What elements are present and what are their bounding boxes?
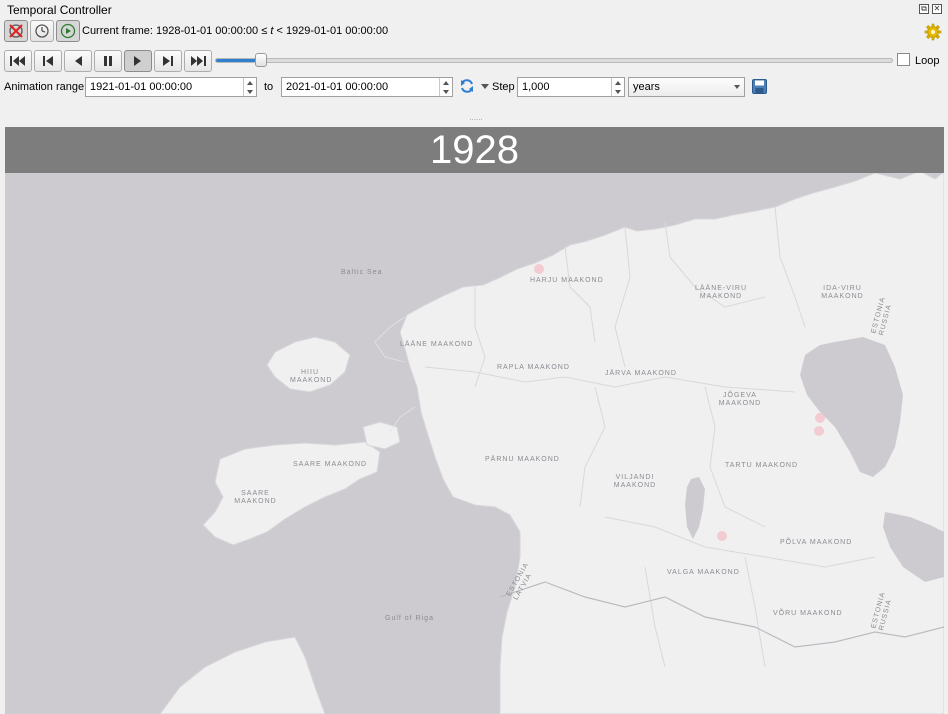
play-backward-button[interactable] <box>64 50 92 72</box>
current-frame-rel2: < <box>276 25 283 37</box>
skip-to-start-icon <box>10 56 25 66</box>
current-frame-readout: Current frame: 1928-01-01 00:00:00 ≤ t <… <box>82 25 388 37</box>
current-frame-start: 1928-01-01 00:00:00 <box>155 25 259 37</box>
range-start-spinner[interactable] <box>243 78 256 96</box>
muhu-island <box>362 421 401 450</box>
step-value: 1,000 <box>522 81 550 93</box>
range-to-label: to <box>264 81 274 93</box>
rewind-to-start-button[interactable] <box>4 50 32 72</box>
animation-range-label: Animation range <box>4 81 85 93</box>
map-point <box>717 531 727 541</box>
previous-frame-button[interactable] <box>34 50 62 72</box>
float-icon[interactable]: ⧉ <box>919 4 929 14</box>
map-label: LÄÄNE MAAKOND <box>400 341 474 348</box>
year-label: 1928 <box>430 128 519 172</box>
frame-slider-track[interactable] <box>215 58 893 63</box>
frame-slider-handle[interactable] <box>254 53 267 67</box>
map-label: Gulf of Riga <box>385 615 434 622</box>
map-label: JÕGEVA MAAKOND <box>718 392 762 407</box>
map-label: SAARE MAAKOND <box>293 461 368 468</box>
map-label: VALGA MAAKOND <box>667 569 740 576</box>
map-label: VÕRU MAAKOND <box>773 610 843 617</box>
play-circle-icon <box>60 23 76 39</box>
current-frame-var: t <box>270 25 274 37</box>
pause-icon <box>104 56 112 66</box>
map-label: PÕLVA MAAKOND <box>780 539 853 546</box>
fixed-range-button[interactable] <box>30 20 54 42</box>
refresh-range-icon[interactable] <box>459 78 475 97</box>
range-dropdown-chevron-icon[interactable] <box>481 84 489 89</box>
latvia-coast <box>159 636 326 714</box>
map-base-svg <box>159 170 944 714</box>
step-back-icon <box>43 56 53 66</box>
range-end-value: 2021-01-01 00:00:00 <box>286 81 389 93</box>
step-forward-icon <box>163 56 173 66</box>
map-point <box>814 426 824 436</box>
map-label: VILJANDI MAAKOND <box>613 474 657 489</box>
step-unit-select[interactable]: years <box>628 77 745 97</box>
settings-gear-icon[interactable] <box>924 23 942 44</box>
range-start-field[interactable]: 1921-01-01 00:00:00 <box>85 77 257 97</box>
range-start-value: 1921-01-01 00:00:00 <box>90 81 193 93</box>
range-end-field[interactable]: 2021-01-01 00:00:00 <box>281 77 453 97</box>
map-label: HARJU MAAKOND <box>530 277 604 284</box>
current-frame-end: 1929-01-01 00:00:00 <box>285 25 389 37</box>
play-back-icon <box>75 56 82 66</box>
map-canvas[interactable]: Baltic Sea HARJU MAAKOND LÄÄNE-VIRU MAAK… <box>5 127 944 714</box>
play-icon <box>134 56 141 66</box>
splitter-handle[interactable]: ...... <box>466 114 486 122</box>
map-label: LÄÄNE-VIRU MAAKOND <box>694 285 747 300</box>
map-label: TARTU MAAKOND <box>725 462 799 469</box>
map-point <box>534 264 544 274</box>
loop-checkbox[interactable] <box>897 53 910 66</box>
skip-to-end-button[interactable] <box>184 50 212 72</box>
disable-temporal-button[interactable] <box>4 20 28 42</box>
map-label: Baltic Sea <box>341 269 383 276</box>
map-label: JÄRVA MAAKOND <box>605 370 677 377</box>
select-chevron-down-icon <box>734 85 740 89</box>
step-spinner[interactable] <box>611 78 624 96</box>
panel-title: Temporal Controller <box>7 3 112 17</box>
map-label: PÄRNU MAAKOND <box>485 456 560 463</box>
clock-icon <box>35 24 49 38</box>
animated-mode-button[interactable] <box>56 20 80 42</box>
map-label: RAPLA MAAKOND <box>497 364 570 371</box>
play-forward-button[interactable] <box>124 50 152 72</box>
loop-label: Loop <box>915 55 940 67</box>
step-label: Step <box>492 81 515 93</box>
close-icon[interactable]: ✕ <box>932 4 942 14</box>
saaremaa-island <box>202 441 381 546</box>
range-end-spinner[interactable] <box>439 78 452 96</box>
step-field[interactable]: 1,000 <box>517 77 625 97</box>
map-label: IDA-VIRU MAAKOND <box>821 285 864 300</box>
current-frame-label: Current frame: <box>82 25 153 37</box>
next-frame-button[interactable] <box>154 50 182 72</box>
skip-to-end-icon <box>191 56 206 66</box>
map-label: SAARE MAAKOND <box>234 490 277 505</box>
save-icon[interactable] <box>752 79 767 97</box>
clock-off-icon <box>9 24 23 38</box>
current-frame-rel1: ≤ <box>261 25 268 37</box>
map-point <box>815 413 825 423</box>
step-unit-value: years <box>633 81 660 93</box>
map-label: HIIU MAAKOND <box>290 369 333 384</box>
pause-button[interactable] <box>94 50 122 72</box>
